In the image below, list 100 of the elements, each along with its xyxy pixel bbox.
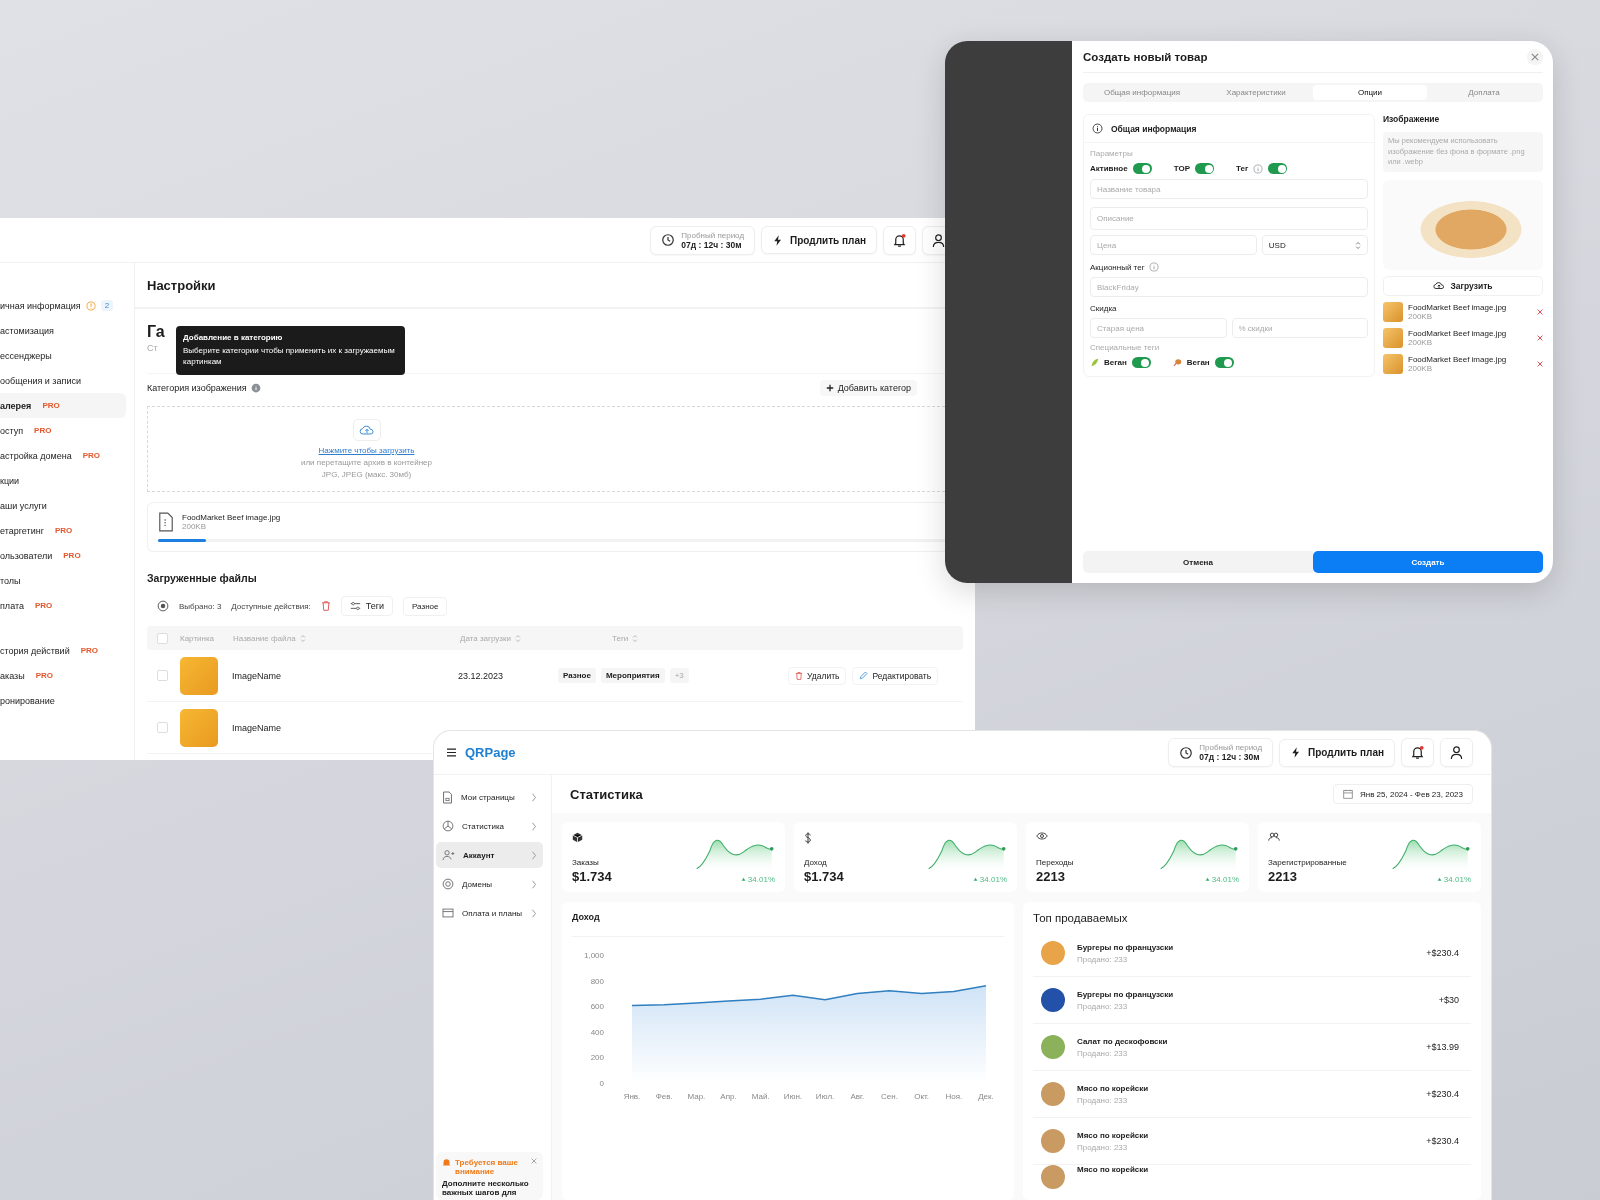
up-arrow-icon <box>1204 877 1210 882</box>
select-circle-icon[interactable] <box>157 600 169 612</box>
sidebar-item-label: астомизация <box>0 325 54 336</box>
pie-chart-icon <box>442 820 454 832</box>
toggle-switch[interactable] <box>1195 163 1214 174</box>
change-percent: 34.01% <box>747 875 775 884</box>
count-badge: 2 <box>100 300 114 311</box>
stat-label: Зарегистрированные <box>1268 858 1347 867</box>
photo-placeholder <box>1383 327 1403 348</box>
selected-count: Выбрано: 3 <box>179 601 222 611</box>
checkbox[interactable] <box>157 722 168 733</box>
currency-select[interactable]: USD <box>1261 235 1368 255</box>
nav-item[interactable]: Оплата и планы <box>436 900 543 926</box>
date-range-picker[interactable]: Янв 25, 2024 - Фев 23, 2023 <box>1332 784 1473 804</box>
page-title: Настройки <box>147 277 216 293</box>
section-subtitle: Ст <box>147 343 158 353</box>
product-row[interactable]: Мясо по корейски <box>1033 1165 1471 1187</box>
x-axis-label: Окт. <box>914 1092 930 1101</box>
trial-time: 07д : 12ч : 30м <box>1199 752 1261 762</box>
remove-button[interactable] <box>1537 360 1543 367</box>
sidebar-item[interactable]: алерея PRO <box>0 393 126 418</box>
cancel-button[interactable]: Отмена <box>1083 551 1313 573</box>
toggle-switch[interactable] <box>1214 357 1234 368</box>
create-button[interactable]: Создать <box>1313 551 1543 573</box>
delete-button[interactable]: Удалить <box>788 666 847 685</box>
product-row[interactable]: Бургеры по французски Продано: 233 +$230.4 <box>1033 930 1471 977</box>
menu-icon[interactable] <box>446 748 457 757</box>
table-cell-text: 23.12.2023 <box>458 670 505 681</box>
user-icon[interactable] <box>931 232 946 248</box>
sidebar-item[interactable]: толы <box>0 568 126 593</box>
sidebar-item-label: кции <box>0 475 20 486</box>
product-row[interactable]: Мясо по корейски Продано: 233 +$230.4 <box>1033 1118 1471 1165</box>
sidebar-item-label: толы <box>0 575 21 586</box>
upload-button[interactable]: Загрузить <box>1383 275 1543 296</box>
info-icon <box>1092 123 1103 134</box>
column-header: Картинка <box>180 633 216 643</box>
upload-link[interactable]: Нажмите чтобы загрузить <box>318 446 415 455</box>
notification-bell-icon[interactable] <box>892 232 907 248</box>
checkbox[interactable] <box>157 632 168 644</box>
sidebar-item[interactable]: стория действий PRO <box>0 638 126 663</box>
sidebar-item[interactable]: оступ PRO <box>0 418 126 443</box>
input-field[interactable]: Старая цена <box>1090 318 1227 338</box>
extend-plan-button[interactable]: Продлить план <box>1279 738 1395 767</box>
field-caption: Специальные теги <box>1090 343 1161 352</box>
misc-tag-button[interactable]: Разное <box>403 596 448 616</box>
x-axis-label: Фев. <box>655 1092 673 1101</box>
sidebar-item[interactable]: аши услуги <box>0 493 126 518</box>
toggle-switch[interactable] <box>1268 163 1288 174</box>
notification-bell-icon[interactable] <box>1410 745 1425 760</box>
sidebar-item[interactable]: кции <box>0 468 126 493</box>
photo-placeholder <box>1041 1129 1065 1153</box>
section-title: Га <box>147 323 165 341</box>
sidebar-item[interactable]: ообщения и записи <box>0 368 126 393</box>
sidebar-item[interactable]: етаргетинг PRO <box>0 518 126 543</box>
nav-item[interactable]: Мои страницы <box>436 784 543 810</box>
sidebar-item[interactable]: аказы PRO <box>0 663 126 688</box>
user-icon[interactable] <box>1449 745 1464 760</box>
bell-icon <box>442 1157 451 1167</box>
checkbox[interactable] <box>157 670 168 681</box>
sidebar-item[interactable]: ичная информация 2 <box>0 293 126 318</box>
sidebar-item[interactable]: ессенджеры <box>0 343 126 368</box>
input-field[interactable]: Описание <box>1090 207 1368 230</box>
sidebar-item[interactable]: астомизация <box>0 318 126 343</box>
trash-icon[interactable] <box>320 600 331 612</box>
chevron-right-icon <box>531 879 537 889</box>
remove-button[interactable] <box>1537 334 1543 341</box>
sidebar-item[interactable]: ользователи PRO <box>0 543 126 568</box>
add-category-button[interactable]: Добавить категор <box>819 380 917 396</box>
input-field[interactable]: % скидки <box>1231 318 1368 338</box>
sidebar-item-label: аказы <box>0 670 25 681</box>
sidebar-item[interactable]: плата PRO <box>0 593 126 618</box>
tab[interactable]: Опции <box>1313 85 1427 100</box>
extend-plan-button[interactable]: Продлить план <box>761 226 877 254</box>
page-title: Статистика <box>570 786 643 802</box>
product-row[interactable]: Мясо по корейски Продано: 233 +$230.4 <box>1033 1071 1471 1118</box>
remove-button[interactable] <box>1537 308 1543 315</box>
toggle-switch[interactable] <box>1131 357 1151 368</box>
tab[interactable]: Характеристики <box>1199 85 1313 100</box>
sidebar-item[interactable]: астройка домена PRO <box>0 443 126 468</box>
close-button[interactable] <box>1527 48 1543 65</box>
nav-item[interactable]: Домены <box>436 871 543 897</box>
input-field[interactable]: BlackFriday <box>1090 277 1368 297</box>
toggle-switch[interactable] <box>1132 163 1152 174</box>
tags-button[interactable]: Теги <box>340 596 394 616</box>
product-row[interactable]: Бургеры по французски Продано: 233 +$30 <box>1033 977 1471 1024</box>
close-icon[interactable] <box>531 1157 537 1164</box>
plus-icon <box>825 384 834 392</box>
nav-item[interactable]: Статистика <box>436 813 543 839</box>
info-icon[interactable] <box>250 383 261 393</box>
nav-item[interactable]: Аккаунт <box>436 842 543 868</box>
input-field[interactable]: Название товара <box>1090 179 1368 199</box>
product-row[interactable]: Салат по дескофовски Продано: 233 +$13.99 <box>1033 1024 1471 1071</box>
tab[interactable]: Общая информация <box>1085 85 1199 100</box>
edit-button[interactable]: Редактировать <box>852 666 939 685</box>
input-field[interactable]: Цена <box>1090 235 1257 255</box>
x-axis-label: Июл. <box>815 1092 835 1101</box>
logo[interactable]: QRPage <box>465 745 516 760</box>
y-axis-label: 400 <box>590 1027 604 1037</box>
sidebar-item[interactable]: ронирование <box>0 688 126 713</box>
info-icon <box>1148 262 1159 272</box>
